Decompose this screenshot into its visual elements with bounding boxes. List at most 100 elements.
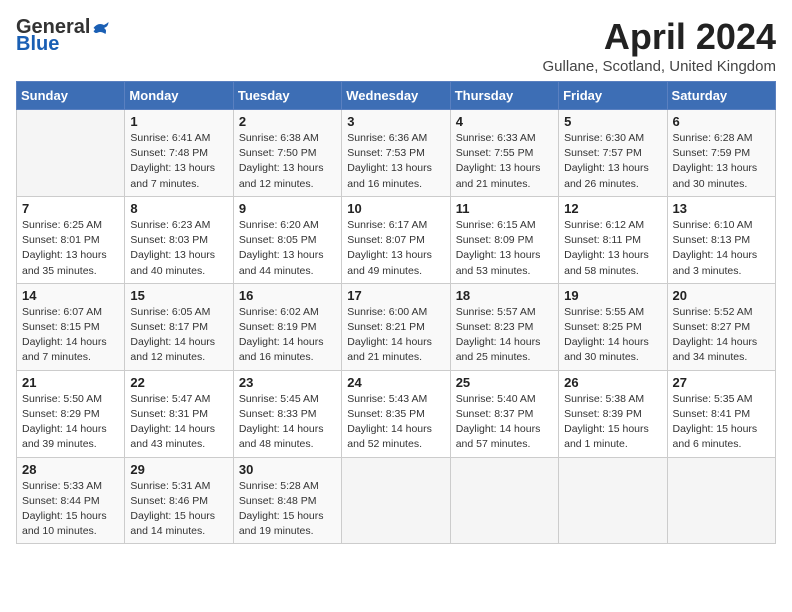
day-info: Sunrise: 6:28 AMSunset: 7:59 PMDaylight:…: [673, 131, 770, 192]
day-number: 11: [456, 201, 553, 216]
day-info: Sunrise: 6:36 AMSunset: 7:53 PMDaylight:…: [347, 131, 444, 192]
day-number: 24: [347, 375, 444, 390]
calendar-cell: 22 Sunrise: 5:47 AMSunset: 8:31 PMDayligh…: [125, 370, 233, 457]
day-info: Sunrise: 6:20 AMSunset: 8:05 PMDaylight:…: [239, 218, 336, 279]
day-number: 5: [564, 114, 661, 129]
day-info: Sunrise: 6:05 AMSunset: 8:17 PMDaylight:…: [130, 305, 227, 366]
day-number: 16: [239, 288, 336, 303]
calendar-cell: 28Sunrise: 5:33 AMSunset: 8:44 PMDayligh…: [17, 457, 125, 544]
day-info: Sunrise: 6:12 AMSunset: 8:11 PMDaylight:…: [564, 218, 661, 279]
calendar-cell: [450, 457, 558, 544]
calendar-week-row: 14 Sunrise: 6:07 AMSunset: 8:15 PMDayligh…: [17, 283, 776, 370]
day-info: Sunrise: 5:47 AMSunset: 8:31 PMDaylight:…: [130, 392, 227, 453]
day-info: Sunrise: 6:07 AMSunset: 8:15 PMDaylight:…: [22, 305, 119, 366]
day-number: 4: [456, 114, 553, 129]
day-info: Sunrise: 6:15 AMSunset: 8:09 PMDaylight:…: [456, 218, 553, 279]
calendar-week-row: 7Sunrise: 6:25 AMSunset: 8:01 PMDaylight…: [17, 196, 776, 283]
logo: General Blue: [16, 16, 110, 56]
day-number: 22: [130, 375, 227, 390]
day-info: Sunrise: 6:33 AMSunset: 7:55 PMDaylight:…: [456, 131, 553, 192]
calendar-cell: 5 Sunrise: 6:30 AMSunset: 7:57 PMDaylight…: [559, 110, 667, 197]
day-info: Sunrise: 5:43 AMSunset: 8:35 PMDaylight:…: [347, 392, 444, 453]
calendar-cell: [17, 110, 125, 197]
day-info: Sunrise: 6:41 AMSunset: 7:48 PMDaylight:…: [130, 131, 227, 192]
day-info: Sunrise: 5:57 AMSunset: 8:23 PMDaylight:…: [456, 305, 553, 366]
day-number: 23: [239, 375, 336, 390]
calendar-cell: 6 Sunrise: 6:28 AMSunset: 7:59 PMDaylight…: [667, 110, 775, 197]
day-number: 6: [673, 114, 770, 129]
column-header-monday: Monday: [125, 82, 233, 110]
column-header-thursday: Thursday: [450, 82, 558, 110]
day-number: 30: [239, 462, 336, 477]
day-number: 29: [130, 462, 227, 477]
day-info: Sunrise: 6:17 AMSunset: 8:07 PMDaylight:…: [347, 218, 444, 279]
day-number: 8: [130, 201, 227, 216]
calendar-cell: 19 Sunrise: 5:55 AMSunset: 8:25 PMDayligh…: [559, 283, 667, 370]
day-info: Sunrise: 5:31 AMSunset: 8:46 PMDaylight:…: [130, 479, 227, 540]
day-info: Sunrise: 6:00 AMSunset: 8:21 PMDaylight:…: [347, 305, 444, 366]
calendar-cell: 9Sunrise: 6:20 AMSunset: 8:05 PMDaylight…: [233, 196, 341, 283]
day-info: Sunrise: 5:38 AMSunset: 8:39 PMDaylight:…: [564, 392, 661, 453]
logo-bird-icon: [92, 19, 110, 37]
calendar-cell: 20Sunrise: 5:52 AMSunset: 8:27 PMDayligh…: [667, 283, 775, 370]
calendar-cell: 30 Sunrise: 5:28 AMSunset: 8:48 PMDayligh…: [233, 457, 341, 544]
calendar-week-row: 28Sunrise: 5:33 AMSunset: 8:44 PMDayligh…: [17, 457, 776, 544]
calendar-cell: [667, 457, 775, 544]
day-info: Sunrise: 6:38 AMSunset: 7:50 PMDaylight:…: [239, 131, 336, 192]
calendar-cell: 26Sunrise: 5:38 AMSunset: 8:39 PMDayligh…: [559, 370, 667, 457]
calendar-cell: 13 Sunrise: 6:10 AMSunset: 8:13 PMDayligh…: [667, 196, 775, 283]
column-header-friday: Friday: [559, 82, 667, 110]
calendar-cell: 7Sunrise: 6:25 AMSunset: 8:01 PMDaylight…: [17, 196, 125, 283]
day-number: 19: [564, 288, 661, 303]
calendar-cell: 3Sunrise: 6:36 AMSunset: 7:53 PMDaylight…: [342, 110, 450, 197]
calendar-cell: 11 Sunrise: 6:15 AMSunset: 8:09 PMDayligh…: [450, 196, 558, 283]
day-info: Sunrise: 6:10 AMSunset: 8:13 PMDaylight:…: [673, 218, 770, 279]
logo-blue-text: Blue: [16, 33, 59, 56]
day-number: 25: [456, 375, 553, 390]
day-number: 14: [22, 288, 119, 303]
calendar-week-row: 1Sunrise: 6:41 AMSunset: 7:48 PMDaylight…: [17, 110, 776, 197]
title-area: April 2024 Gullane, Scotland, United Kin…: [543, 16, 776, 75]
day-number: 28: [22, 462, 119, 477]
day-info: Sunrise: 5:28 AMSunset: 8:48 PMDaylight:…: [239, 479, 336, 540]
calendar-cell: 21Sunrise: 5:50 AMSunset: 8:29 PMDayligh…: [17, 370, 125, 457]
day-info: Sunrise: 5:55 AMSunset: 8:25 PMDaylight:…: [564, 305, 661, 366]
day-info: Sunrise: 5:35 AMSunset: 8:41 PMDaylight:…: [673, 392, 770, 453]
calendar-week-row: 21Sunrise: 5:50 AMSunset: 8:29 PMDayligh…: [17, 370, 776, 457]
day-info: Sunrise: 5:52 AMSunset: 8:27 PMDaylight:…: [673, 305, 770, 366]
calendar-header-row: SundayMondayTuesdayWednesdayThursdayFrid…: [17, 82, 776, 110]
day-number: 10: [347, 201, 444, 216]
day-info: Sunrise: 5:40 AMSunset: 8:37 PMDaylight:…: [456, 392, 553, 453]
calendar-cell: 14 Sunrise: 6:07 AMSunset: 8:15 PMDayligh…: [17, 283, 125, 370]
day-number: 15: [130, 288, 227, 303]
column-header-saturday: Saturday: [667, 82, 775, 110]
header: General Blue April 2024 Gullane, Scotlan…: [16, 16, 776, 75]
day-info: Sunrise: 6:30 AMSunset: 7:57 PMDaylight:…: [564, 131, 661, 192]
day-number: 17: [347, 288, 444, 303]
calendar-cell: 1Sunrise: 6:41 AMSunset: 7:48 PMDaylight…: [125, 110, 233, 197]
day-info: Sunrise: 5:45 AMSunset: 8:33 PMDaylight:…: [239, 392, 336, 453]
calendar-cell: 29 Sunrise: 5:31 AMSunset: 8:46 PMDayligh…: [125, 457, 233, 544]
day-info: Sunrise: 6:02 AMSunset: 8:19 PMDaylight:…: [239, 305, 336, 366]
calendar-cell: 24 Sunrise: 5:43 AMSunset: 8:35 PMDayligh…: [342, 370, 450, 457]
calendar-cell: [559, 457, 667, 544]
day-info: Sunrise: 6:23 AMSunset: 8:03 PMDaylight:…: [130, 218, 227, 279]
column-header-sunday: Sunday: [17, 82, 125, 110]
calendar-cell: 17 Sunrise: 6:00 AMSunset: 8:21 PMDayligh…: [342, 283, 450, 370]
day-number: 12: [564, 201, 661, 216]
day-info: Sunrise: 5:50 AMSunset: 8:29 PMDaylight:…: [22, 392, 119, 453]
day-number: 2: [239, 114, 336, 129]
calendar-cell: 18Sunrise: 5:57 AMSunset: 8:23 PMDayligh…: [450, 283, 558, 370]
calendar-table: SundayMondayTuesdayWednesdayThursdayFrid…: [16, 81, 776, 544]
month-title: April 2024: [543, 16, 776, 58]
calendar-cell: 12 Sunrise: 6:12 AMSunset: 8:11 PMDayligh…: [559, 196, 667, 283]
column-header-tuesday: Tuesday: [233, 82, 341, 110]
column-header-wednesday: Wednesday: [342, 82, 450, 110]
calendar-cell: 15 Sunrise: 6:05 AMSunset: 8:17 PMDayligh…: [125, 283, 233, 370]
day-number: 13: [673, 201, 770, 216]
calendar-cell: 16 Sunrise: 6:02 AMSunset: 8:19 PMDayligh…: [233, 283, 341, 370]
calendar-cell: 10 Sunrise: 6:17 AMSunset: 8:07 PMDayligh…: [342, 196, 450, 283]
calendar-cell: 27Sunrise: 5:35 AMSunset: 8:41 PMDayligh…: [667, 370, 775, 457]
calendar-cell: 2 Sunrise: 6:38 AMSunset: 7:50 PMDaylight…: [233, 110, 341, 197]
day-info: Sunrise: 6:25 AMSunset: 8:01 PMDaylight:…: [22, 218, 119, 279]
